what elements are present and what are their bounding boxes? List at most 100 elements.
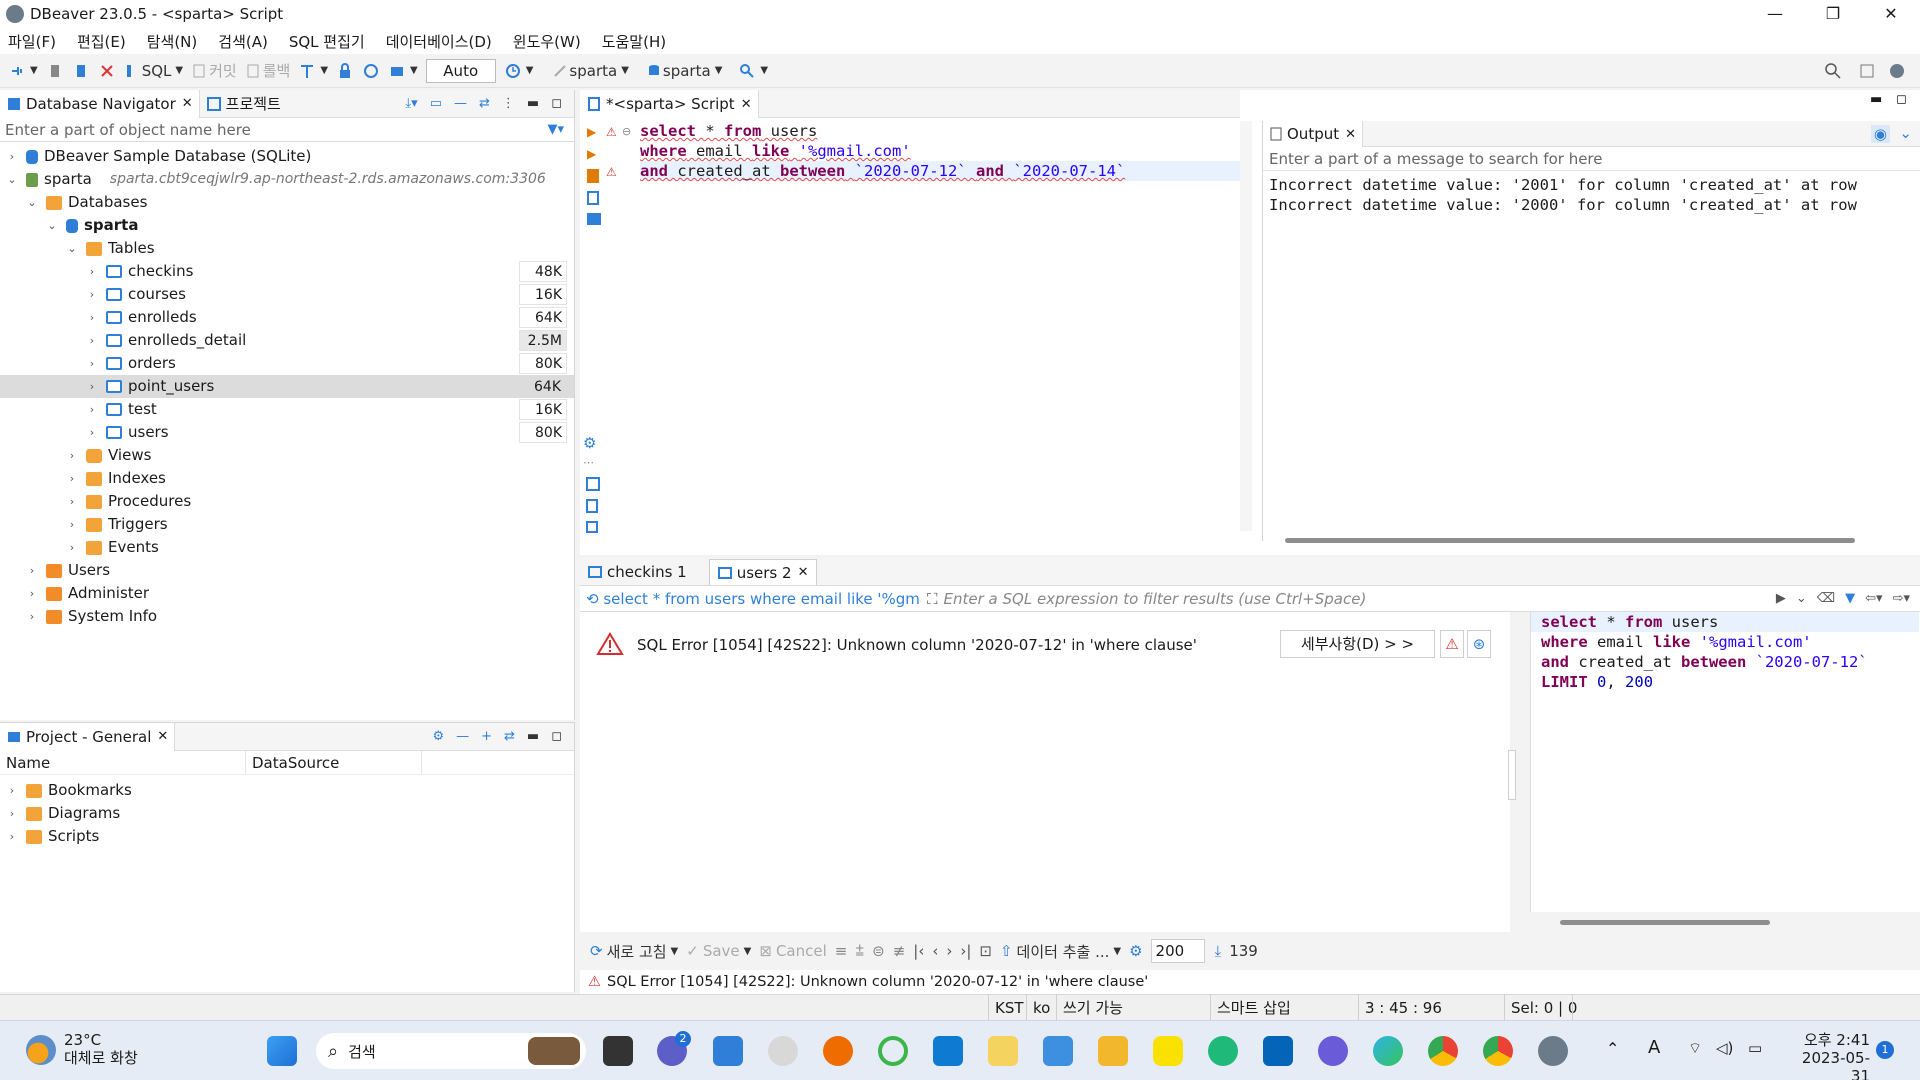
tree-item-table[interactable]: › test 16K — [86, 398, 575, 421]
edge-icon[interactable] — [1373, 1036, 1403, 1066]
gear-icon[interactable]: ⚙ — [583, 434, 596, 452]
chevron-right-icon[interactable]: › — [86, 329, 98, 352]
chevron-right-icon[interactable]: › — [6, 825, 18, 848]
chrome-profile-icon[interactable] — [1483, 1036, 1513, 1066]
menu-database[interactable]: 데이터베이스(D) — [386, 31, 492, 52]
tree-item-table[interactable]: › orders 80K — [86, 352, 575, 375]
execute-script-icon[interactable]: ▶ — [587, 147, 596, 161]
tree-item-users[interactable]: › Users — [26, 559, 110, 582]
tab-output[interactable]: Output ✕ — [1263, 121, 1364, 147]
view-menu-icon[interactable]: ⋮ — [502, 96, 515, 111]
new-connection-icon[interactable]: ⤓▾ — [405, 96, 417, 111]
link-editor-icon[interactable]: ⇄ — [504, 729, 515, 744]
more-icon[interactable]: ⋯ — [583, 456, 594, 469]
tab-sparta-script[interactable]: *<sparta> Script ✕ — [580, 90, 759, 118]
tree-item-system-info[interactable]: › System Info — [26, 605, 157, 628]
ime-icon[interactable]: A — [1648, 1037, 1660, 1058]
chevron-right-icon[interactable]: › — [6, 802, 18, 825]
file-explorer-icon[interactable] — [1098, 1036, 1128, 1066]
tree-item-indexes[interactable]: › Indexes — [66, 467, 166, 490]
tree-item-views[interactable]: › Views — [66, 444, 152, 467]
minimize-button[interactable]: — — [1746, 0, 1804, 28]
app-icon[interactable] — [768, 1036, 798, 1066]
refresh-button[interactable]: ⟳ 새로 고침 ▼ — [590, 941, 678, 962]
back-icon[interactable]: ⇦▾ — [1865, 591, 1882, 606]
tab-project-general[interactable]: Project - General ✕ — [0, 722, 176, 751]
chevron-right-icon[interactable]: › — [66, 444, 78, 467]
menu-help[interactable]: 도움말(H) — [602, 31, 666, 52]
chevron-right-icon[interactable]: › — [86, 398, 98, 421]
gear-icon[interactable]: ⚙ — [432, 729, 444, 744]
results-panel-icon[interactable] — [586, 499, 598, 513]
close-icon[interactable]: ✕ — [182, 96, 193, 111]
photos-icon[interactable] — [1043, 1036, 1073, 1066]
tree-item-databases[interactable]: ⌄ Databases — [26, 191, 147, 214]
disconnect-button[interactable] — [72, 62, 90, 80]
close-icon[interactable]: ✕ — [741, 97, 752, 112]
chevron-right-icon[interactable]: › — [26, 605, 38, 628]
chevron-right-icon[interactable]: › — [6, 779, 18, 802]
editor-vertical-scrollbar[interactable] — [1240, 121, 1252, 531]
object-filter-input[interactable]: Enter a part of object name here — [0, 118, 574, 142]
link-editor-icon[interactable]: ⇄ — [479, 96, 490, 111]
outlook-icon[interactable] — [1263, 1036, 1293, 1066]
tab-users-2[interactable]: users 2 ✕ — [708, 559, 818, 585]
outline-icon[interactable] — [586, 477, 600, 491]
first-page-icon[interactable]: |‹ — [913, 942, 924, 960]
tree-item-table[interactable]: › users 80K — [86, 421, 575, 444]
menu-edit[interactable]: 편집(E) — [77, 31, 126, 52]
sql-code-editor[interactable]: select * from users where email like '%g… — [640, 121, 1240, 531]
chevron-right-icon[interactable]: › — [66, 467, 78, 490]
explain-plan-icon[interactable] — [587, 191, 599, 205]
close-button[interactable]: ✕ — [1862, 0, 1920, 28]
output-search-input[interactable]: Enter a part of a message to search for … — [1263, 147, 1920, 171]
tree-item-tables[interactable]: ⌄ Tables — [66, 237, 154, 260]
tree-item-triggers[interactable]: › Triggers — [66, 513, 168, 536]
global-search-button[interactable] — [1824, 62, 1842, 80]
output-panel-icon[interactable] — [586, 521, 598, 533]
perspective-button[interactable] — [1858, 62, 1876, 80]
add-row-icon[interactable]: ⩲ — [855, 942, 864, 960]
refresh-app-icon[interactable] — [878, 1036, 908, 1066]
execute-statement-icon[interactable]: ▶ — [587, 125, 596, 139]
editor-horizontal-scrollbar[interactable] — [650, 535, 1230, 543]
chevron-right-icon[interactable]: › — [6, 145, 18, 168]
chrome-icon[interactable] — [1428, 1036, 1458, 1066]
python-icon[interactable] — [988, 1036, 1018, 1066]
windows-start-icon[interactable] — [267, 1036, 297, 1066]
cursor-app-icon[interactable] — [1208, 1036, 1238, 1066]
tree-item-table[interactable]: › enrolleds 64K — [86, 306, 575, 329]
tree-item-events[interactable]: › Events — [66, 536, 159, 559]
chevron-right-icon[interactable]: › — [86, 283, 98, 306]
weather-widget[interactable]: 23°C 대체로 화창 — [64, 1031, 138, 1067]
chevron-down-icon[interactable]: ⌄ — [26, 191, 38, 214]
collapse-all-icon[interactable]: — — [454, 96, 467, 111]
collapse-all-icon[interactable]: — — [456, 729, 469, 744]
tree-item-table[interactable]: › courses 16K — [86, 283, 575, 306]
tree-item-sparta-db[interactable]: ⌄ sparta — [46, 214, 138, 237]
vscode-icon[interactable] — [933, 1036, 963, 1066]
prev-page-icon[interactable]: ‹ — [932, 942, 938, 960]
chevron-right-icon[interactable]: › — [66, 490, 78, 513]
eye-icon[interactable]: ◉ — [1870, 125, 1890, 143]
output-horizontal-scrollbar[interactable] — [1285, 538, 1855, 543]
tree-item-table[interactable]: › checkins 48K — [86, 260, 575, 283]
datasource-selector[interactable]: sparta ▼ — [551, 62, 629, 80]
cancel-button[interactable]: ⊠ Cancel — [759, 942, 826, 960]
fetch-size-input[interactable]: 200 — [1150, 939, 1205, 963]
load-plan-icon[interactable] — [587, 213, 601, 225]
minimize-panel-icon[interactable]: ▬ — [527, 96, 539, 111]
tab-checkins-1[interactable]: checkins 1 — [580, 559, 695, 585]
invalidate-button[interactable] — [98, 62, 116, 80]
menu-sql-editor[interactable]: SQL 편집기 — [289, 31, 365, 52]
maximize-editor-icon[interactable]: ◻ — [1896, 92, 1907, 107]
tree-item-administer[interactable]: › Administer — [26, 582, 149, 605]
edit-row-icon[interactable]: ≡ — [835, 942, 848, 960]
tree-item-sample-db[interactable]: › DBeaver Sample Database (SQLite) — [6, 145, 312, 168]
chevron-up-icon[interactable]: ⌃ — [1606, 1039, 1619, 1058]
sql-editor-button[interactable]: SQL ▼ — [124, 62, 183, 80]
chevron-right-icon[interactable]: › — [86, 375, 98, 398]
rollback-button[interactable]: 롤백 — [245, 60, 290, 81]
delete-row-icon[interactable]: ≢ — [893, 942, 906, 960]
minimize-editor-icon[interactable]: ▬ — [1870, 92, 1882, 107]
